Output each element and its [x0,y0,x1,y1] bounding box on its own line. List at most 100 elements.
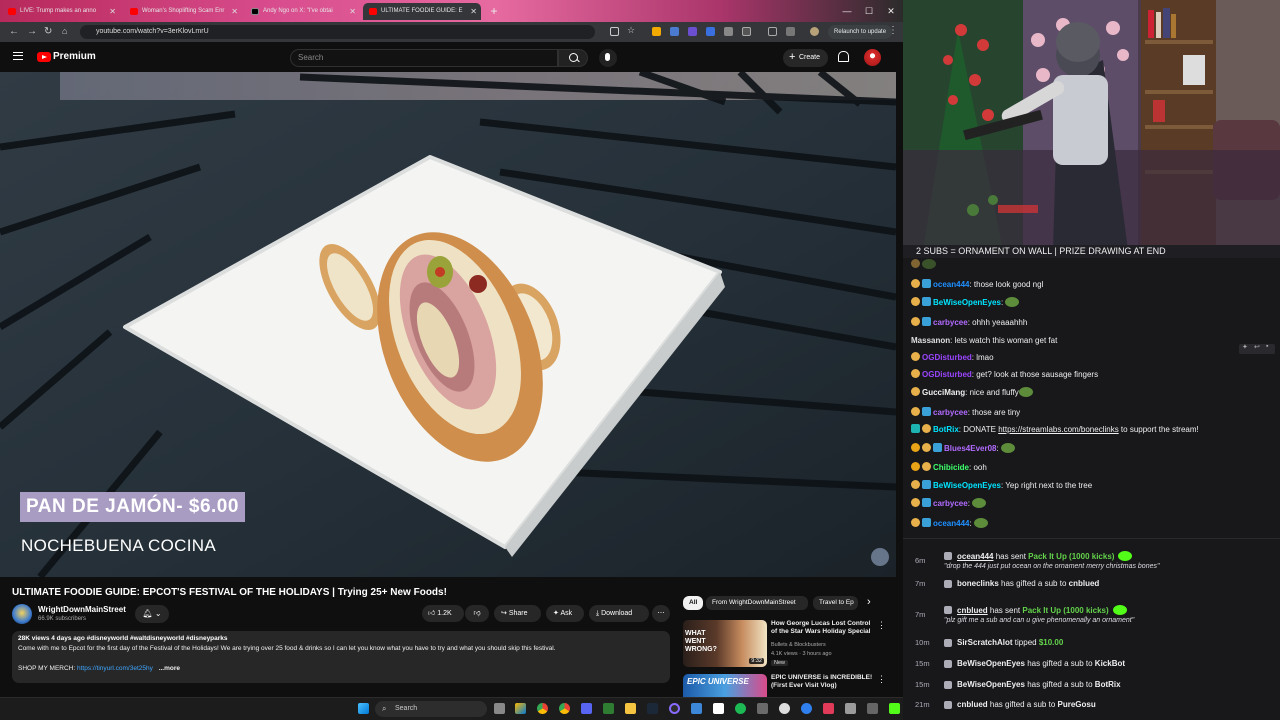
browser-tab[interactable]: Woman's Shoplifting Scam Enr ✕ [124,3,242,20]
chat-username[interactable]: OGDisturbed [922,370,972,379]
close-window-button[interactable]: ✕ [880,0,902,22]
relaunch-button[interactable]: Relaunch to update [828,25,893,39]
app-icon[interactable] [779,703,790,714]
chat-link[interactable]: https://streamlabs.com/boneclinks [998,425,1119,434]
related-video[interactable]: WHAT WENT WRONG? 9:32 How George Lucas L… [683,620,888,670]
search-input[interactable]: Search [290,49,558,67]
maximize-button[interactable]: ☐ [858,0,880,22]
voice-search-icon[interactable] [599,49,617,67]
like-button[interactable]: 👍︎ 1.2K [422,605,464,622]
related-title[interactable]: How George Lucas Lost Control of the Sta… [771,620,877,636]
home-icon[interactable]: ⌂ [62,26,67,36]
extension-icon[interactable] [706,27,715,36]
epic-games-icon[interactable] [713,703,724,714]
chat-username[interactable]: Chibicide [933,463,969,472]
kebab-menu-icon[interactable]: ⋮ [888,25,898,36]
youtube-brand[interactable]: Premium [53,51,96,62]
obs-icon[interactable] [669,703,680,714]
chat-username[interactable]: carbycee [933,318,968,327]
share-button[interactable]: ↪ Share [494,605,541,622]
extension-icon[interactable] [688,27,697,36]
profile-avatar[interactable] [810,27,819,36]
browser-tab-active[interactable]: ULTIMATE FOODIE GUIDE: E ✕ [363,3,481,20]
ask-button[interactable]: ✦ Ask [546,605,584,622]
kebab-menu-icon[interactable]: ⋮ [877,620,886,631]
close-tab-icon[interactable]: ✕ [231,3,238,20]
merch-link[interactable]: https://tinyurl.com/3et25hy [77,665,153,672]
event-username[interactable]: cnblued [957,606,988,615]
chat-username[interactable]: carbycee [933,499,968,508]
steam-icon[interactable] [647,703,658,714]
related-video[interactable]: EPIC UNIVERSE EPIC UNIVERSE is INCREDIBL… [683,674,888,697]
widgets-icon[interactable] [515,703,526,714]
chat-username[interactable]: ocean444 [933,280,969,289]
chat-username[interactable]: Massanon [911,336,950,345]
show-more-link[interactable]: ...more [159,665,180,672]
event-target[interactable]: PureGosu [1058,700,1096,709]
related-thumbnail[interactable]: WHAT WENT WRONG? 9:32 [683,620,767,667]
pin-icon[interactable]: ✦ [1242,343,1248,351]
kebab-menu-icon[interactable]: ⋮ [877,674,886,685]
extension-icon[interactable] [652,27,661,36]
event-username[interactable]: ocean444 [957,552,993,561]
reload-icon[interactable]: ↻ [44,26,52,37]
reply-icon[interactable]: ↩ [1254,343,1260,351]
app-icon[interactable] [801,703,812,714]
related-title[interactable]: EPIC UNIVERSE is INCREDIBLE! (First Ever… [771,674,877,690]
back-arrow-icon[interactable]: ← [9,26,19,37]
event-username[interactable]: SirScratchAlot [957,638,1013,647]
chat-username[interactable]: BotRix [933,425,959,434]
minimize-button[interactable]: — [836,0,858,22]
app-icon[interactable] [757,703,768,714]
search-button[interactable] [558,49,588,67]
notifications-bell-icon[interactable] [838,51,849,62]
chrome-icon[interactable] [537,703,548,714]
chat-username[interactable]: GucciMang [922,388,965,397]
taskbar-search-input[interactable]: ⌕ Search [375,701,487,717]
extensions-puzzle-icon[interactable] [742,27,751,36]
event-username[interactable]: cnblued [957,700,988,709]
account-avatar[interactable] [864,49,881,66]
event-target[interactable]: cnblued [1069,579,1100,588]
extension-icon[interactable] [670,27,679,36]
browser-tab[interactable]: LIVE: Trump makes an anno ✕ [2,3,120,20]
new-tab-button[interactable]: + [483,0,505,22]
chat-username[interactable]: BeWiseOpenEyes [933,481,1001,490]
event-username[interactable]: BeWiseOpenEyes [957,680,1025,689]
video-player[interactable]: PAN DE JAMÓN- $6.00 NOCHEBUENA COCINA [0,72,896,577]
youtube-logo-icon[interactable] [37,52,51,62]
event-username[interactable]: BeWiseOpenEyes [957,659,1025,668]
create-button[interactable]: Create [783,48,829,67]
dislike-button[interactable]: 👎︎ [465,605,489,622]
chat-username[interactable]: OGDisturbed [922,353,972,362]
spotify-icon[interactable] [735,703,746,714]
message-actions[interactable]: ✦ ↩ ▪ [1239,343,1275,354]
event-username[interactable]: boneclinks [957,579,999,588]
install-icon[interactable] [610,27,619,36]
chat-username[interactable]: ocean444 [933,519,969,528]
hamburger-menu-icon[interactable] [13,52,23,60]
windows-start-icon[interactable] [358,703,369,714]
chip-travel[interactable]: Travel to Ep [813,596,858,610]
browser-tab[interactable]: Andy Ngo on X: "I've obtai ✕ [245,3,360,20]
chat-username[interactable]: Blues4Ever08 [944,444,996,453]
downloads-icon[interactable] [786,27,795,36]
file-explorer-icon[interactable] [625,703,636,714]
download-button[interactable]: ⤓ Download [589,605,649,622]
url-field[interactable]: youtube.com/watch?v=3erKlovLmrU [80,25,595,39]
close-tab-icon[interactable]: ✕ [349,3,356,20]
event-target[interactable]: BotRix [1095,680,1121,689]
extension-icon[interactable] [724,27,733,36]
bookmark-star-icon[interactable]: ☆ [627,25,636,35]
chrome-icon[interactable] [559,703,570,714]
task-view-icon[interactable] [494,703,505,714]
forward-arrow-icon[interactable]: → [27,26,37,37]
app-icon[interactable] [867,703,878,714]
app-icon[interactable] [581,703,592,714]
related-channel[interactable]: Bullets & Blockbusters [771,642,826,648]
chip-from-channel[interactable]: From WrightDownMainStreet [706,596,808,610]
terminal-icon[interactable] [603,703,614,714]
description-box[interactable]: 28K views 4 days ago #disneyworld #waltd… [12,631,670,683]
chip-all[interactable]: All [683,596,704,610]
chat-username[interactable]: carbycee [933,408,968,417]
